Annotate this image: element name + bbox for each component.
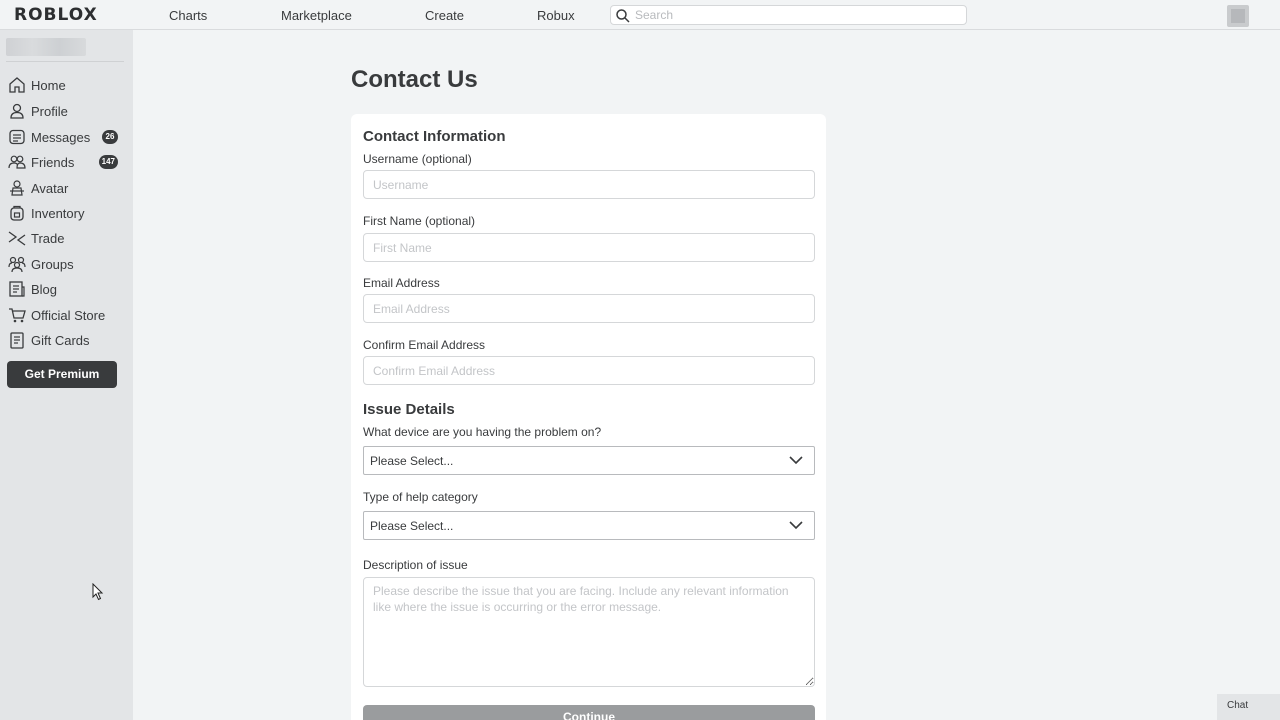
nav-marketplace[interactable]: Marketplace [281,8,352,23]
username-label: Username (optional) [363,152,472,166]
chat-button[interactable]: Chat [1217,694,1280,720]
first-name-label: First Name (optional) [363,214,476,228]
sidebar-item-label: Official Store [31,307,106,323]
trade-icon [8,231,26,246]
continue-button[interactable]: Continue [363,705,815,720]
gift-card-icon [10,332,24,349]
sidebar-item-label: Blog [31,281,58,297]
sidebar-item-profile[interactable]: Profile [8,100,126,122]
sidebar-item-trade[interactable]: Trade [8,227,126,249]
sidebar-item-inventory[interactable]: Inventory [8,202,126,224]
messages-icon [9,129,25,145]
sidebar-item-gift-cards[interactable]: Gift Cards [8,329,126,351]
groups-icon [8,256,26,273]
sidebar-item-groups[interactable]: Groups [8,253,126,275]
avatar-icon [10,180,24,196]
sidebar-item-messages[interactable]: Messages 26 [8,126,126,148]
sidebar-item-label: Avatar [31,180,69,196]
confirm-email-field[interactable] [363,356,815,385]
search-box[interactable] [610,5,967,25]
user-avatar[interactable] [1227,5,1249,27]
sidebar-item-label: Trade [31,230,65,246]
sidebar-item-label: Profile [31,103,68,119]
sidebar-item-friends[interactable]: Friends 147 [8,151,126,173]
chevron-down-icon [789,456,803,465]
username-blurred [6,38,86,56]
search-icon [616,9,630,23]
sidebar-item-label: Inventory [31,205,85,221]
sidebar-item-label: Groups [31,256,74,272]
confirm-email-label: Confirm Email Address [363,338,486,352]
sidebar-item-blog[interactable]: Blog [8,278,126,300]
sidebar-item-avatar[interactable]: Avatar [8,177,126,199]
top-navigation-bar: ROBLOX Charts Marketplace Create Robux [0,0,1280,30]
device-select-value: Please Select... [370,454,454,468]
blog-icon [9,281,25,297]
profile-icon [10,103,24,119]
description-field[interactable] [363,577,815,687]
get-premium-button[interactable]: Get Premium [7,361,117,388]
username-field[interactable] [363,170,815,199]
email-label: Email Address [363,276,440,290]
home-icon [9,77,25,93]
nav-robux[interactable]: Robux [537,8,575,23]
messages-count-badge: 26 [102,130,118,144]
friends-icon [8,155,26,169]
roblox-logo[interactable]: ROBLOX [14,5,98,25]
issue-details-heading: Issue Details [363,401,455,418]
sidebar-user[interactable] [6,38,124,62]
nav-create[interactable]: Create [425,8,464,23]
sidebar-item-label: Home [31,77,66,93]
contact-information-heading: Contact Information [363,128,506,145]
description-label: Description of issue [363,558,468,572]
device-select[interactable]: Please Select... [363,446,815,475]
sidebar-item-label: Gift Cards [31,332,90,348]
friends-count-badge: 147 [98,155,118,169]
sidebar: Home Profile Messages 26 Friends 147 Ava… [0,30,133,720]
category-select-value: Please Select... [370,519,454,533]
help-category-select[interactable]: Please Select... [363,511,815,540]
first-name-field[interactable] [363,233,815,262]
inventory-icon [10,205,24,221]
contact-form-card: Contact Information Username (optional) … [351,114,826,720]
sidebar-item-label: Friends [31,154,75,170]
page-title: Contact Us [351,66,478,93]
sidebar-item-official-store[interactable]: Official Store [8,304,126,326]
store-icon [9,308,26,323]
nav-charts[interactable]: Charts [169,8,207,23]
search-input[interactable] [635,7,955,23]
sidebar-item-home[interactable]: Home [8,74,126,96]
device-label: What device are you having the problem o… [363,425,602,439]
email-field[interactable] [363,294,815,323]
sidebar-item-label: Messages [31,129,91,145]
mouse-cursor-icon [92,583,104,601]
chevron-down-icon [789,521,803,530]
category-label: Type of help category [363,490,478,504]
